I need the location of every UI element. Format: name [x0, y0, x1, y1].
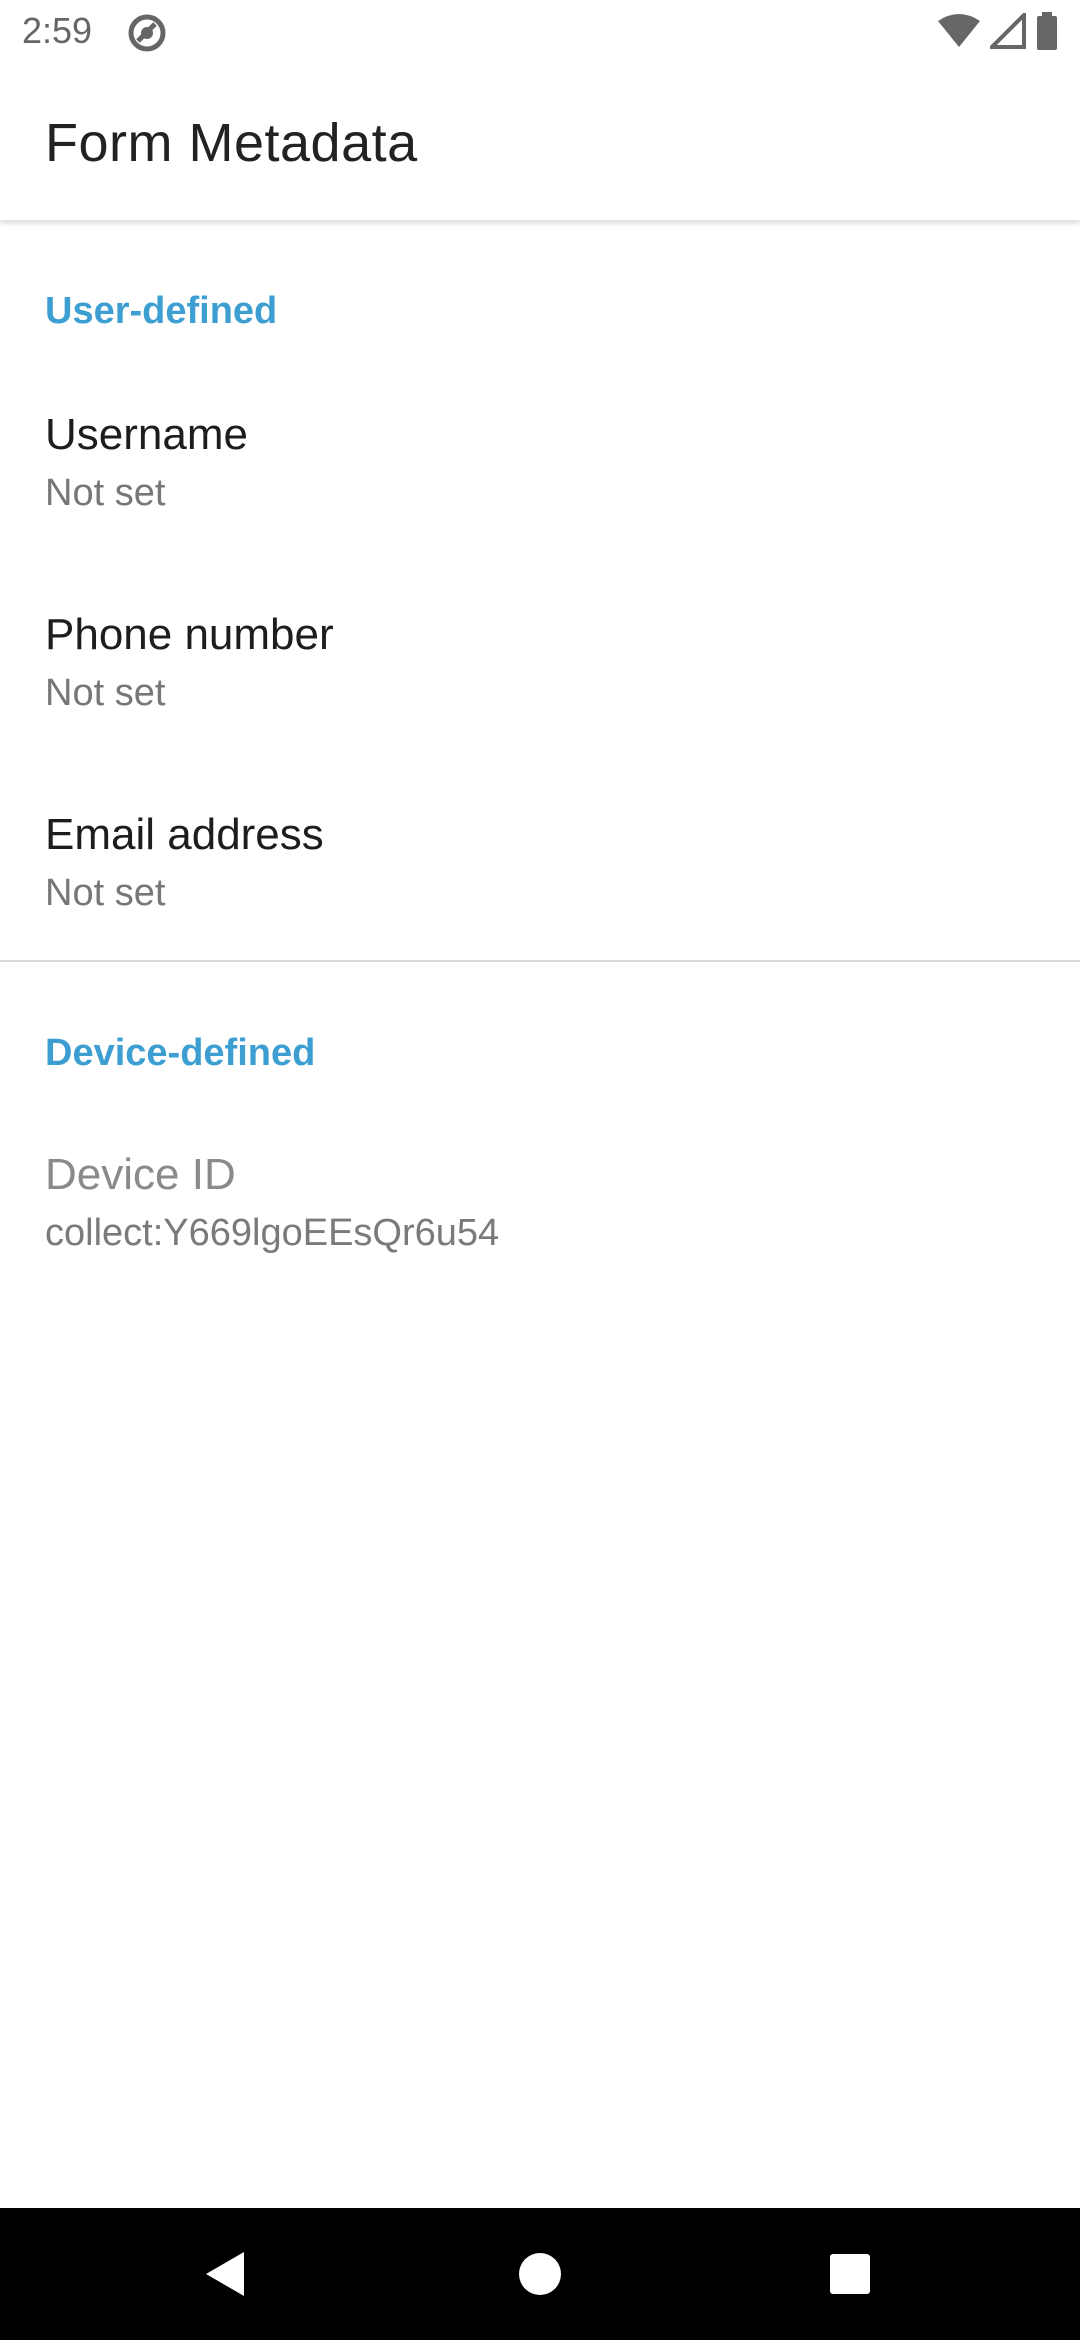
status-icons [938, 12, 1058, 50]
status-time: 2:59 [22, 10, 93, 51]
section-header-device-defined: Device-defined [45, 1032, 316, 1074]
recents-icon[interactable] [818, 2242, 882, 2306]
pref-item-username[interactable]: Username Not set [0, 410, 1080, 610]
pref-title: Device ID [45, 1150, 236, 1199]
back-icon[interactable] [196, 2242, 260, 2306]
pref-summary: Not set [45, 472, 166, 514]
pref-title: Phone number [45, 610, 334, 659]
pref-summary: Not set [45, 672, 166, 714]
navigation-bar [0, 2208, 1080, 2340]
page-title: Form Metadata [45, 113, 418, 173]
pref-title: Email address [45, 810, 324, 859]
pref-title: Username [45, 410, 248, 459]
pref-summary: Not set [45, 872, 166, 914]
status-bar: 2:59 [0, 0, 1080, 66]
wifi-icon [938, 13, 980, 49]
home-icon[interactable] [508, 2242, 572, 2306]
pref-summary: collect:Y669lgoEEsQr6u54 [45, 1212, 500, 1254]
battery-icon [1036, 12, 1058, 50]
app-notification-icon [126, 12, 168, 54]
pref-item-email-address[interactable]: Email address Not set [0, 810, 1080, 950]
section-header-user-defined: User-defined [45, 290, 278, 332]
app-bar: Form Metadata [0, 66, 1080, 221]
section-divider [0, 960, 1080, 962]
pref-item-device-id: Device ID collect:Y669lgoEEsQr6u54 [0, 1150, 1080, 1350]
cell-signal-icon [990, 13, 1026, 49]
pref-item-phone-number[interactable]: Phone number Not set [0, 610, 1080, 810]
